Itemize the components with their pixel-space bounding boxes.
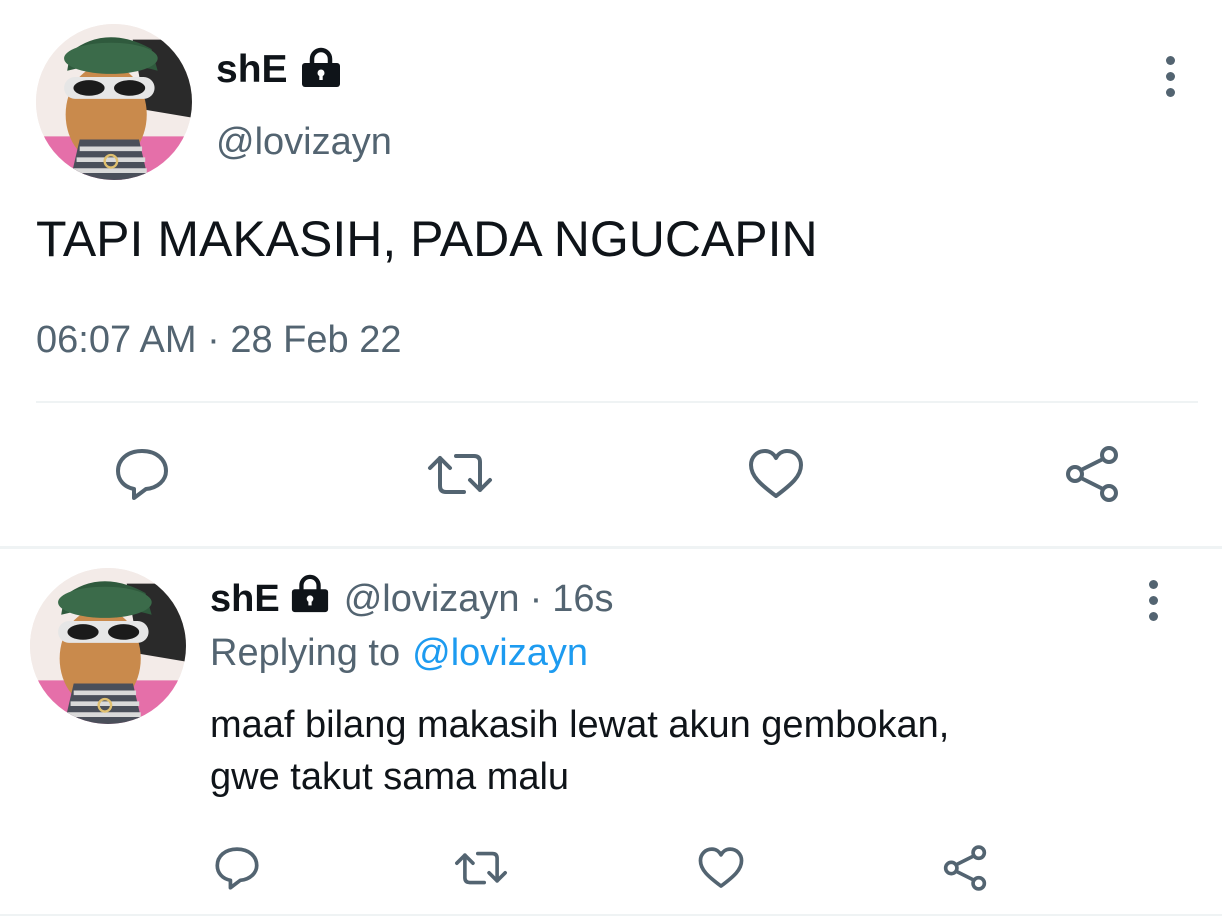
lock-icon — [288, 574, 332, 624]
reply-more-vertical-icon[interactable] — [1143, 580, 1163, 621]
section-divider — [0, 546, 1222, 549]
reply-relative-time[interactable]: 16s — [552, 578, 613, 621]
like-button[interactable] — [738, 440, 814, 508]
heart-icon — [749, 449, 803, 498]
author-avatar[interactable] — [36, 24, 192, 180]
retweet-button[interactable] — [420, 440, 500, 508]
reply-header-row: shE @lovizayn · 16s — [210, 574, 614, 624]
reply-button[interactable] — [104, 440, 180, 508]
replying-to-row: Replying to @lovizayn — [210, 630, 588, 676]
retweet-icon — [455, 851, 507, 885]
reply-text-line-1: maaf bilang makasih lewat akun gembokan, — [210, 704, 950, 746]
reply-text-line-2: gwe takut sama malu — [210, 756, 570, 798]
reply-share-button[interactable] — [934, 838, 996, 898]
reply-handle[interactable]: @lovizayn — [344, 578, 520, 621]
lock-icon — [298, 47, 344, 94]
share-icon — [943, 845, 987, 891]
reply-reply-button[interactable] — [206, 838, 268, 898]
replying-to-handle[interactable]: @lovizayn — [412, 632, 588, 675]
timestamp-divider — [36, 401, 1198, 403]
reply-display-name[interactable]: shE — [210, 578, 280, 621]
tweet-text: TAPI MAKASIH, PADA NGUCAPIN — [36, 211, 818, 267]
more-vertical-icon[interactable] — [1160, 56, 1180, 97]
share-icon — [1066, 446, 1118, 502]
author-handle[interactable]: @lovizayn — [216, 121, 392, 164]
timestamp-separator: · — [207, 319, 220, 361]
author-name-row: shE — [216, 46, 344, 94]
author-display-name[interactable]: shE — [216, 48, 288, 92]
reply-like-button[interactable] — [690, 838, 752, 898]
tweet-timestamp: 06:07 AM · 28 Feb 22 — [36, 316, 401, 364]
reply-retweet-button[interactable] — [448, 838, 514, 898]
tweet-time: 06:07 AM — [36, 319, 197, 361]
tweet-date: 28 Feb 22 — [230, 319, 402, 361]
heart-icon — [698, 847, 744, 888]
replying-to-label: Replying to — [210, 631, 401, 674]
retweet-icon — [428, 454, 492, 494]
reply-author-avatar[interactable] — [30, 568, 186, 724]
reply-icon — [116, 449, 168, 500]
cat-avatar-image — [30, 568, 186, 724]
author-handle-row: @lovizayn — [216, 118, 392, 166]
reply-icon — [215, 847, 259, 890]
bottom-divider — [0, 914, 1222, 916]
reply-separator: · — [529, 577, 543, 620]
cat-avatar-image — [36, 24, 192, 180]
tweet-detail-screen: shE @lovizayn TAPI MAKASIH, PADA NGUCAPI… — [0, 0, 1222, 920]
share-button[interactable] — [1054, 440, 1130, 508]
